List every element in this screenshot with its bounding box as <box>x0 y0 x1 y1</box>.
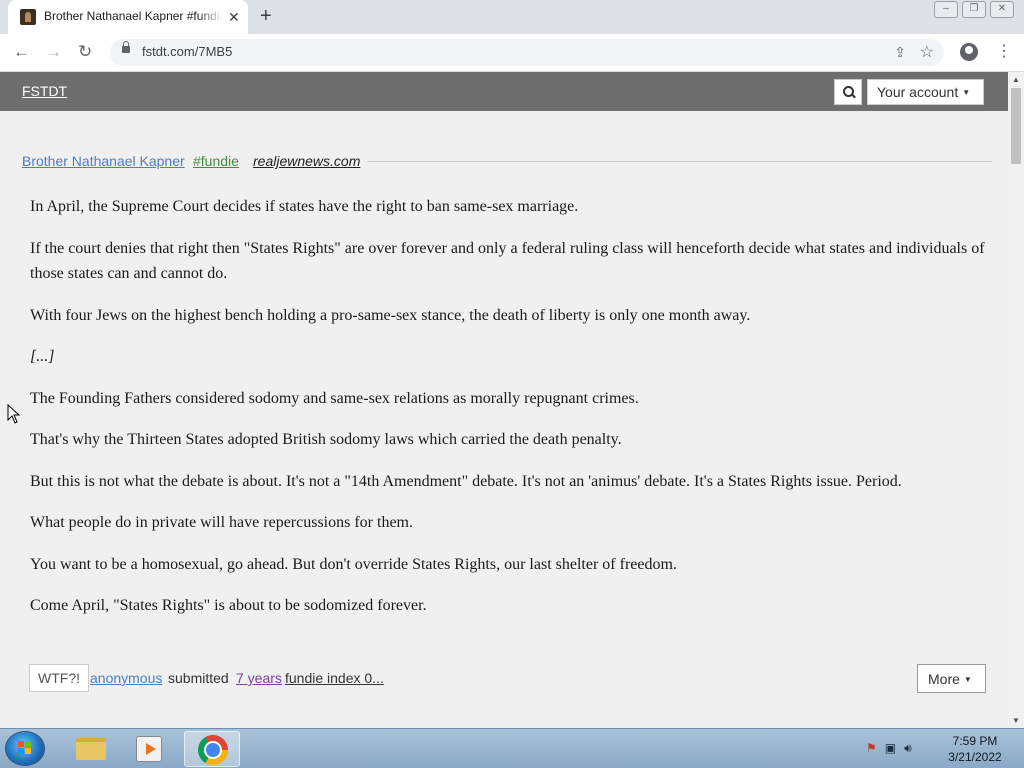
browser-tab[interactable]: Brother Nathanael Kapner #fundie ✕ <box>8 0 248 34</box>
site-search-button[interactable] <box>834 79 862 105</box>
address-bar[interactable]: fstdt.com/7MB5 ⇪ ☆ <box>110 39 944 66</box>
site-favicon-icon <box>20 9 36 25</box>
dropdown-caret-icon: ▼ <box>963 675 972 684</box>
submission-age-link[interactable]: 7 years <box>236 670 282 686</box>
quote-paragraph: That's why the Thirteen States adopted B… <box>30 431 622 448</box>
clock-time: 7:59 PM <box>952 734 998 748</box>
quote-paragraph: With four Jews on the highest bench hold… <box>30 306 751 324</box>
url-text[interactable]: fstdt.com/7MB5 <box>142 44 232 59</box>
volume-icon[interactable]: 🔊︎ <box>904 741 912 756</box>
back-icon[interactable]: ← <box>13 42 30 62</box>
wtf-vote-button[interactable]: WTF?! <box>29 664 89 692</box>
quote-footer: WTF?! anonymous submitted 7 years fundie… <box>29 664 986 694</box>
taskbar-explorer[interactable] <box>62 731 118 767</box>
chrome-icon <box>198 735 228 765</box>
restore-button[interactable]: ❐ <box>962 1 986 18</box>
taskbar-clock[interactable]: 7:59 PM 3/21/2022 <box>940 733 1010 765</box>
source-link[interactable]: realjewnews.com <box>253 153 360 169</box>
taskbar-media-player[interactable] <box>122 731 178 767</box>
taskbar-chrome[interactable] <box>184 731 240 767</box>
media-player-icon <box>136 736 162 762</box>
site-header: FSTDT Your account ▼ <box>0 72 1008 111</box>
forward-icon[interactable]: → <box>45 42 62 62</box>
windows-logo-icon <box>18 741 32 755</box>
submitted-label: submitted <box>168 670 229 686</box>
fundie-index-link[interactable]: fundie index 0... <box>285 670 384 686</box>
quote-body: In April, the Supreme Court decides if s… <box>30 194 990 635</box>
reload-icon[interactable]: ↻ <box>78 42 92 62</box>
window-controls: ‒ ❐ ✕ <box>934 1 1014 18</box>
network-icon[interactable]: ▣ <box>885 741 896 756</box>
tab-title: Brother Nathanael Kapner #fundie <box>44 9 222 23</box>
quote-paragraph: What people do in private will have repe… <box>30 514 413 531</box>
page-scrollbar[interactable]: ▲ ▼ <box>1008 72 1024 728</box>
browser-menu-icon[interactable]: ⋮ <box>996 42 1012 62</box>
tab-strip: Brother Nathanael Kapner #fundie ✕ + ‒ ❐… <box>0 0 1024 34</box>
quote-meta: Brother Nathanael Kapner #fundie realjew… <box>22 153 992 173</box>
quote-paragraph: But this is not what the debate is about… <box>30 472 902 490</box>
new-tab-button[interactable]: + <box>260 6 272 26</box>
quote-ellipsis: [...] <box>30 348 55 365</box>
site-logo-link[interactable]: FSTDT <box>22 83 67 99</box>
more-button[interactable]: More ▼ <box>917 664 986 693</box>
scroll-up-arrow-icon[interactable]: ▲ <box>1012 75 1020 84</box>
category-tag-link[interactable]: #fundie <box>193 153 239 169</box>
your-account-button[interactable]: Your account ▼ <box>867 79 984 105</box>
profile-avatar-icon[interactable] <box>960 43 978 61</box>
bookmark-star-icon[interactable]: ☆ <box>920 42 934 62</box>
account-label: Your account <box>877 84 959 100</box>
quote-paragraph: Come April, "States Rights" is about to … <box>30 597 427 614</box>
quote-paragraph: The Founding Fathers considered sodomy a… <box>30 389 639 407</box>
dropdown-caret-icon: ▼ <box>962 88 971 97</box>
quote-paragraph: In April, the Supreme Court decides if s… <box>30 198 579 215</box>
quote-paragraph: If the court denies that right then "Sta… <box>30 239 985 283</box>
meta-divider <box>367 161 992 162</box>
system-tray: ⚑ ▣ 🔊︎ <box>866 741 912 756</box>
page-viewport: FSTDT Your account ▼ Brother Nathanael Ka… <box>0 72 1008 728</box>
more-label: More <box>928 671 960 687</box>
clock-date: 3/21/2022 <box>948 750 1002 764</box>
browser-toolbar: ← → ↻ fstdt.com/7MB5 ⇪ ☆ ⋮ <box>0 34 1024 72</box>
windows-taskbar: ⚑ ▣ 🔊︎ 7:59 PM 3/21/2022 <box>0 728 1024 768</box>
tab-close-icon[interactable]: ✕ <box>228 9 240 25</box>
scroll-down-arrow-icon[interactable]: ▼ <box>1012 716 1020 725</box>
submitter-link[interactable]: anonymous <box>90 670 162 686</box>
scrollbar-thumb[interactable] <box>1011 88 1021 164</box>
share-icon[interactable]: ⇪ <box>894 44 906 61</box>
author-link[interactable]: Brother Nathanael Kapner <box>22 153 185 169</box>
flag-icon[interactable]: ⚑ <box>866 741 877 756</box>
minimize-button[interactable]: ‒ <box>934 1 958 18</box>
quote-paragraph: You want to be a homosexual, go ahead. B… <box>30 555 677 573</box>
start-button[interactable] <box>6 732 44 765</box>
folder-icon <box>76 738 106 760</box>
close-window-button[interactable]: ✕ <box>990 1 1014 18</box>
lock-icon[interactable] <box>122 41 130 53</box>
